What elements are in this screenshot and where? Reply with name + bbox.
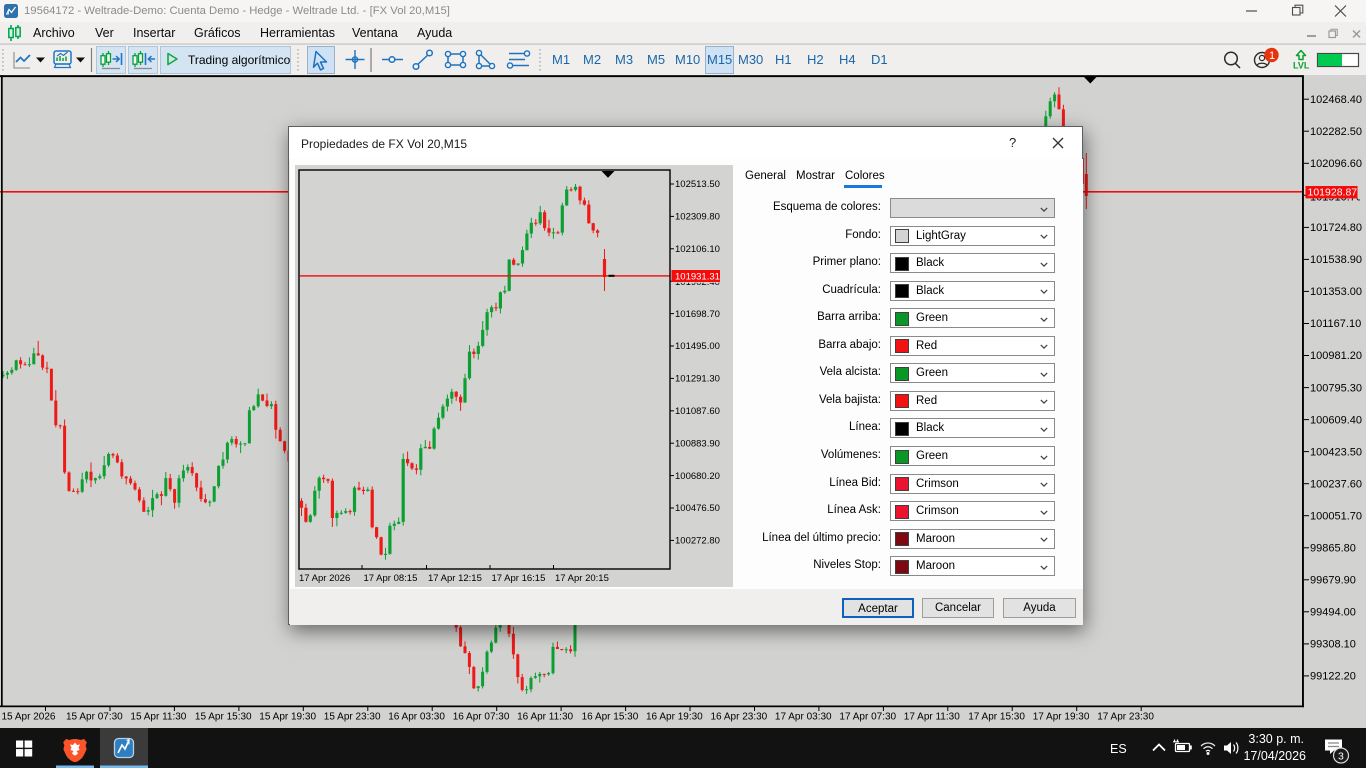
svg-text:102282.50: 102282.50: [1310, 126, 1362, 138]
svg-text:17 Apr 11:30: 17 Apr 11:30: [904, 712, 960, 723]
svg-text:15 Apr 23:30: 15 Apr 23:30: [324, 712, 381, 723]
svg-text:16 Apr 15:30: 16 Apr 15:30: [582, 712, 639, 723]
svg-text:100795.30: 100795.30: [1310, 382, 1362, 394]
svg-text:17 Apr 15:30: 17 Apr 15:30: [968, 712, 1025, 723]
svg-text:100609.40: 100609.40: [1310, 414, 1362, 426]
svg-text:101353.00: 101353.00: [1310, 286, 1362, 298]
svg-text:ES: ES: [1110, 742, 1127, 756]
svg-text:15 Apr 07:30: 15 Apr 07:30: [66, 712, 123, 723]
svg-text:16 Apr 11:30: 16 Apr 11:30: [517, 712, 573, 723]
svg-text:3:30 p. m.: 3:30 p. m.: [1248, 732, 1304, 746]
svg-text:17 Apr 12:15: 17 Apr 12:15: [428, 573, 482, 584]
svg-text:15 Apr 2026: 15 Apr 2026: [2, 712, 56, 723]
svg-text:17 Apr 20:15: 17 Apr 20:15: [555, 573, 609, 584]
svg-text:99679.90: 99679.90: [1310, 575, 1356, 587]
svg-text:100981.20: 100981.20: [1310, 350, 1362, 362]
svg-text:16 Apr 23:30: 16 Apr 23:30: [711, 712, 768, 723]
svg-text:101538.90: 101538.90: [1310, 254, 1362, 266]
svg-text:15 Apr 19:30: 15 Apr 19:30: [259, 712, 316, 723]
svg-text:15 Apr 11:30: 15 Apr 11:30: [130, 712, 186, 723]
svg-text:17 Apr 19:30: 17 Apr 19:30: [1033, 712, 1090, 723]
svg-text:101087.60: 101087.60: [675, 406, 720, 417]
svg-text:99494.00: 99494.00: [1310, 607, 1356, 619]
svg-text:102309.80: 102309.80: [675, 212, 720, 223]
svg-text:100423.50: 100423.50: [1310, 446, 1362, 458]
svg-text:102513.50: 102513.50: [675, 179, 720, 190]
svg-text:17 Apr 07:30: 17 Apr 07:30: [839, 712, 896, 723]
svg-text:17 Apr 2026: 17 Apr 2026: [299, 573, 350, 584]
svg-text:100237.60: 100237.60: [1310, 478, 1362, 490]
svg-text:102468.40: 102468.40: [1310, 94, 1362, 106]
svg-text:16 Apr 07:30: 16 Apr 07:30: [453, 712, 510, 723]
svg-text:99308.10: 99308.10: [1310, 639, 1356, 651]
svg-text:101167.10: 101167.10: [1310, 318, 1361, 330]
svg-text:101928.87: 101928.87: [1308, 187, 1358, 199]
svg-text:3: 3: [1338, 751, 1344, 763]
svg-text:16 Apr 19:30: 16 Apr 19:30: [646, 712, 703, 723]
svg-text:99865.80: 99865.80: [1310, 543, 1356, 555]
svg-text:17 Apr 16:15: 17 Apr 16:15: [492, 573, 546, 584]
svg-text:17 Apr 03:30: 17 Apr 03:30: [775, 712, 832, 723]
svg-text:102096.60: 102096.60: [1310, 158, 1362, 170]
svg-text:17 Apr 08:15: 17 Apr 08:15: [364, 573, 418, 584]
svg-text:17/04/2026: 17/04/2026: [1243, 749, 1306, 763]
svg-text:99122.20: 99122.20: [1310, 671, 1356, 683]
svg-text:LVL: LVL: [1293, 61, 1310, 71]
svg-text:16 Apr 03:30: 16 Apr 03:30: [388, 712, 445, 723]
svg-text:1: 1: [1269, 50, 1275, 62]
svg-text:15 Apr 15:30: 15 Apr 15:30: [195, 712, 252, 723]
svg-text:100051.70: 100051.70: [1310, 510, 1362, 522]
svg-text:17 Apr 23:30: 17 Apr 23:30: [1097, 712, 1154, 723]
svg-text:101724.80: 101724.80: [1310, 222, 1362, 234]
